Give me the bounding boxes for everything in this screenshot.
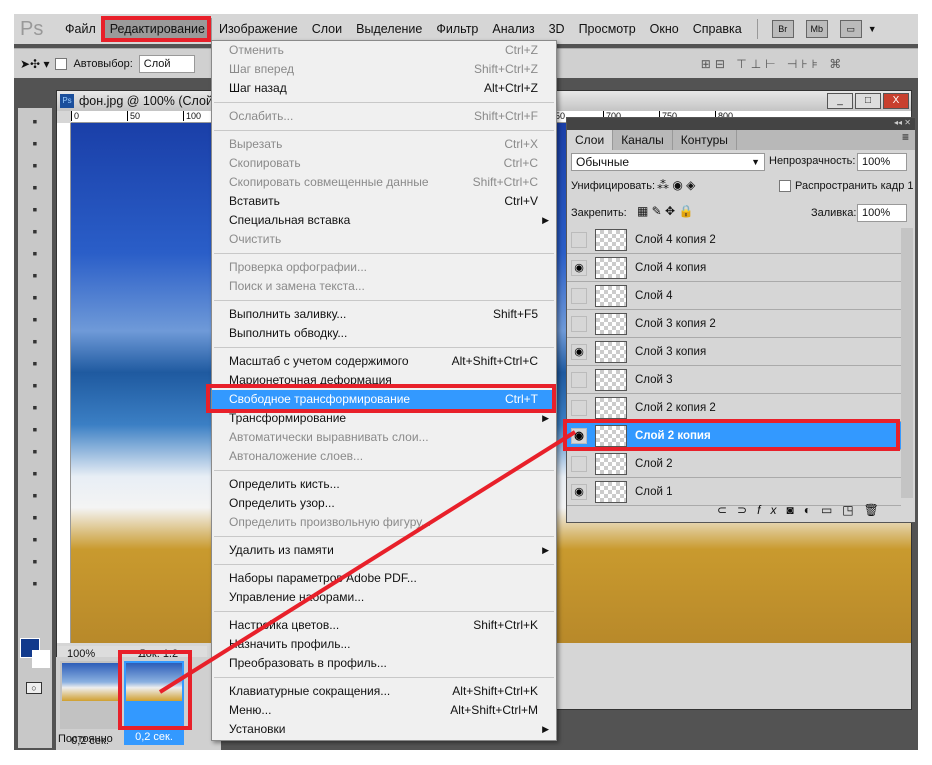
annotation-arrow: [158, 430, 577, 694]
